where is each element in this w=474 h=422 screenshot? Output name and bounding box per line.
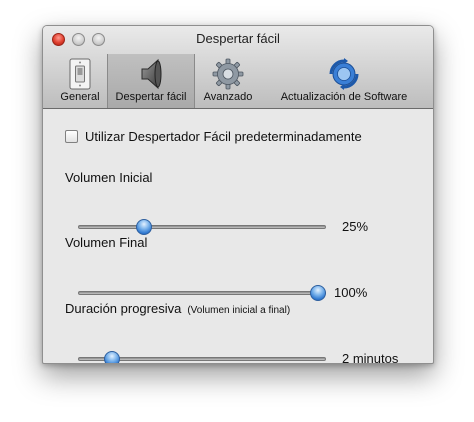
light-switch-icon [69, 58, 91, 90]
final-volume-slider[interactable] [78, 285, 326, 301]
duration-label-text: Duración progresiva [65, 301, 182, 316]
tab-general[interactable]: General [51, 54, 109, 108]
tab-avanzado-label: Avanzado [203, 91, 253, 103]
final-volume-label: Volumen Final [65, 235, 148, 250]
speaker-icon [141, 58, 162, 90]
software-update-icon [329, 58, 359, 90]
slider-knob[interactable] [103, 351, 120, 363]
tab-actualizacion-software[interactable]: Actualización de Software [265, 54, 423, 108]
window-title: Despertar fácil [196, 31, 280, 46]
slider-track [78, 291, 326, 295]
tab-despertar-facil-label: Despertar fácil [115, 91, 187, 103]
default-checkbox[interactable] [65, 130, 78, 143]
preferences-window: Despertar fácil General Despertar fácil … [42, 25, 434, 364]
default-checkbox-label[interactable]: Utilizar Despertador Fácil predeterminad… [85, 129, 362, 144]
duration-slider[interactable] [78, 351, 326, 363]
initial-volume-slider[interactable] [78, 219, 326, 235]
gear-icon [212, 58, 244, 90]
tab-avanzado[interactable]: Avanzado [197, 54, 259, 108]
tab-actualizacion-software-label: Actualización de Software [280, 91, 408, 103]
duration-label: Duración progresiva (Volumen inicial a fi… [65, 301, 290, 316]
tab-general-label: General [60, 91, 100, 103]
duration-value: 2 minutos [342, 351, 399, 364]
initial-volume-value: 25% [342, 219, 369, 234]
duration-hint: (Volumen inicial a final) [187, 305, 291, 316]
slider-knob[interactable] [310, 285, 326, 301]
slider-track [78, 225, 326, 229]
settings-panel: Utilizar Despertador Fácil predeterminad… [43, 109, 433, 363]
final-volume-value: 100% [334, 285, 368, 300]
tab-despertar-facil[interactable]: Despertar fácil [107, 54, 195, 108]
slider-knob[interactable] [136, 219, 152, 235]
toolbar: Despertar fácil General Despertar fácil … [43, 26, 433, 109]
initial-volume-label: Volumen Inicial [65, 170, 153, 185]
